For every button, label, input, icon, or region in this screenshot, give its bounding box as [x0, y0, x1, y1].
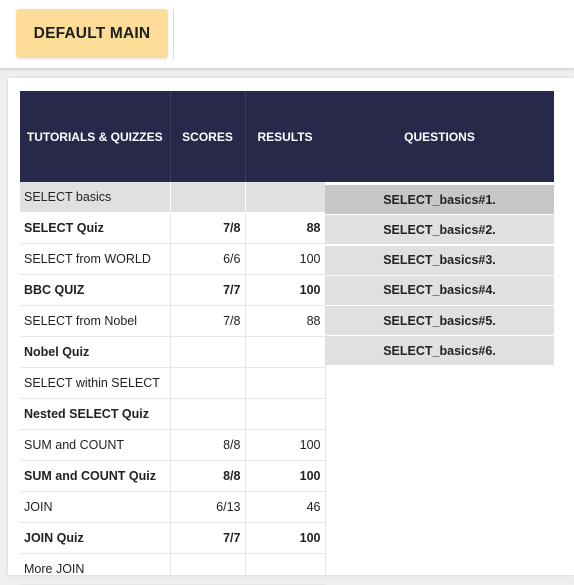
score-cell — [170, 182, 246, 213]
tutorial-name-cell[interactable]: SELECT basics — [20, 182, 171, 213]
tutorial-name-cell[interactable]: More JOIN — [20, 553, 171, 585]
result-cell: 88 — [245, 212, 326, 244]
result-cell: 88 — [245, 305, 326, 337]
score-cell: 7/7 — [170, 274, 246, 306]
score-cell: 7/8 — [170, 212, 246, 244]
table-row[interactable]: SUM and COUNT Quiz 8/8 100 — [20, 460, 326, 492]
result-cell: 46 — [245, 491, 326, 523]
tutorial-name-cell[interactable]: JOIN Quiz — [20, 522, 171, 554]
question-item[interactable]: SELECT_basics#4. — [325, 275, 554, 305]
table-row[interactable]: SELECT Quiz 7/8 88 — [20, 212, 326, 244]
score-cell: 8/8 — [170, 429, 246, 461]
tutorial-name-cell[interactable]: SELECT Quiz — [20, 212, 171, 244]
score-cell — [170, 367, 246, 399]
column-header-results: RESULTS — [245, 91, 326, 182]
table-row[interactable]: BBC QUIZ 7/7 100 — [20, 274, 326, 306]
tutorials-table: TUTORIALS & QUIZZES SCORES RESULTS SELEC… — [20, 91, 326, 585]
score-cell — [170, 553, 246, 585]
toolbar-divider — [173, 9, 174, 59]
tutorial-name-cell[interactable]: SUM and COUNT — [20, 429, 171, 461]
question-item[interactable]: SELECT_basics#2. — [325, 215, 554, 245]
result-cell: 100 — [245, 243, 326, 275]
tutorial-name-cell[interactable]: SELECT within SELECT — [20, 367, 171, 399]
result-cell — [245, 182, 326, 213]
result-cell — [245, 553, 326, 585]
result-cell: 100 — [245, 460, 326, 492]
result-cell — [245, 336, 326, 368]
tutorial-name-cell[interactable]: BBC QUIZ — [20, 274, 171, 306]
table-row[interactable]: JOIN 6/13 46 — [20, 491, 326, 523]
question-item[interactable]: SELECT_basics#1. — [325, 185, 554, 214]
default-main-button[interactable]: DEFAULT MAIN — [16, 9, 168, 58]
result-cell: 100 — [245, 522, 326, 554]
result-cell — [245, 398, 326, 430]
table-row[interactable]: SELECT within SELECT — [20, 367, 326, 399]
top-bar: DEFAULT MAIN — [0, 0, 574, 68]
table-row[interactable]: SELECT from Nobel 7/8 88 — [20, 305, 326, 337]
question-item[interactable]: SELECT_basics#6. — [325, 336, 554, 366]
tutorial-name-cell[interactable]: SELECT from Nobel — [20, 305, 171, 337]
table-row[interactable]: JOIN Quiz 7/7 100 — [20, 522, 326, 554]
tutorial-name-cell[interactable]: Nested SELECT Quiz — [20, 398, 171, 430]
tutorial-name-cell[interactable]: SUM and COUNT Quiz — [20, 460, 171, 492]
tutorial-name-cell[interactable]: Nobel Quiz — [20, 336, 171, 368]
column-header-scores: SCORES — [170, 91, 246, 182]
tutorial-name-cell[interactable]: SELECT from WORLD — [20, 243, 171, 275]
table-row[interactable]: SUM and COUNT 8/8 100 — [20, 429, 326, 461]
tutorial-name-cell[interactable]: JOIN — [20, 491, 171, 523]
question-item[interactable]: SELECT_basics#5. — [325, 306, 554, 336]
questions-header: QUESTIONS — [325, 91, 554, 182]
question-item[interactable]: SELECT_basics#3. — [325, 245, 554, 275]
table-row[interactable]: Nobel Quiz — [20, 336, 326, 368]
score-cell — [170, 336, 246, 368]
table-row[interactable]: Nested SELECT Quiz — [20, 398, 326, 430]
questions-list: SELECT_basics#1. SELECT_basics#2. SELECT_b… — [325, 185, 554, 367]
score-cell: 6/13 — [170, 491, 246, 523]
score-cell: 8/8 — [170, 460, 246, 492]
tutorials-table-body: SELECT basics SELECT Quiz 7/8 88 SELECT from… — [20, 182, 326, 585]
result-cell — [245, 367, 326, 399]
result-cell: 100 — [245, 429, 326, 461]
result-cell: 100 — [245, 274, 326, 306]
score-cell: 6/6 — [170, 243, 246, 275]
score-cell: 7/7 — [170, 522, 246, 554]
table-row[interactable]: SELECT from WORLD 6/6 100 — [20, 243, 326, 275]
table-row[interactable]: More JOIN — [20, 553, 326, 585]
table-row[interactable]: SELECT basics — [20, 182, 326, 213]
score-cell: 7/8 — [170, 305, 246, 337]
score-cell — [170, 398, 246, 430]
column-header-tutorials: TUTORIALS & QUIZZES — [20, 91, 171, 182]
